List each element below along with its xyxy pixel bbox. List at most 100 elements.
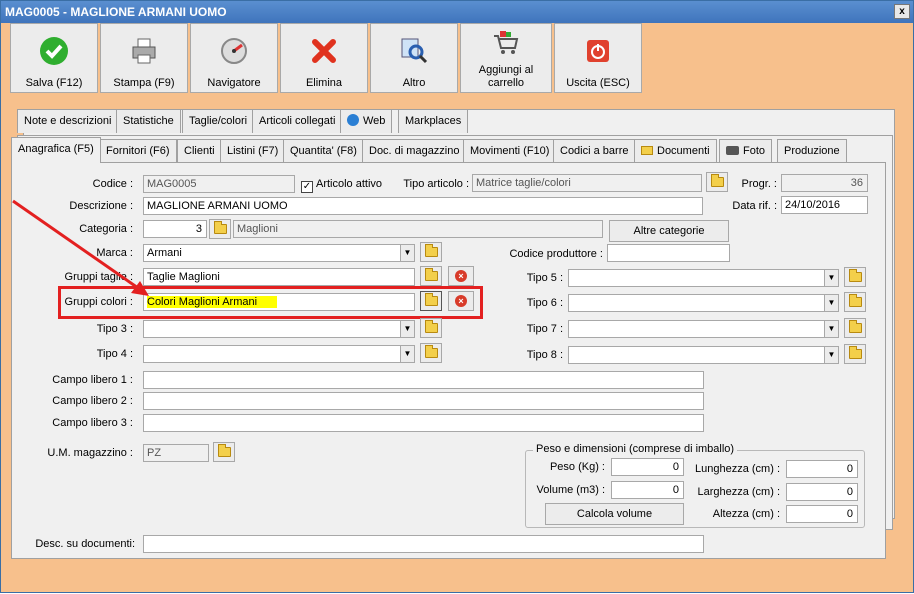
data-rif-field[interactable]: 24/10/2016: [781, 196, 868, 214]
folder-icon: [641, 146, 653, 155]
tab-web[interactable]: Web: [340, 109, 393, 133]
tab-articoli-collegati[interactable]: Articoli collegati: [252, 109, 343, 133]
tab-quantita[interactable]: Quantita' (F8): [283, 139, 364, 163]
tipo6-folder-button[interactable]: [844, 292, 866, 312]
print-label: Stampa (F9): [113, 77, 175, 89]
larghezza-field[interactable]: 0: [786, 483, 858, 501]
close-window-button[interactable]: x: [894, 4, 910, 19]
marca-folder-button[interactable]: [420, 242, 442, 262]
articolo-attivo-checkbox[interactable]: ✓ Articolo attivo: [301, 175, 382, 193]
tipo7-select[interactable]: ▼: [568, 320, 839, 338]
progr-field[interactable]: 36: [781, 174, 868, 192]
chevron-down-icon: ▼: [400, 321, 414, 337]
tipo6-label: Tipo 6 :: [526, 297, 563, 309]
tipo4-folder-button[interactable]: [420, 343, 442, 363]
save-button[interactable]: Salva (F12): [10, 23, 98, 93]
categoria-name-field[interactable]: Maglioni: [233, 220, 603, 238]
descrizione-label: Descrizione :: [69, 200, 133, 212]
volume-field[interactable]: 0: [611, 481, 684, 499]
desc-documenti-field[interactable]: [143, 535, 704, 553]
tipo3-select[interactable]: ▼: [143, 320, 415, 338]
marca-select[interactable]: Armani ▼: [143, 244, 415, 262]
codice-produttore-label: Codice produttore :: [509, 248, 603, 260]
check-icon: [40, 37, 68, 65]
tab-movimenti[interactable]: Movimenti (F10): [463, 139, 557, 163]
tipo6-select[interactable]: ▼: [568, 294, 839, 312]
delete-button[interactable]: Elimina: [280, 23, 368, 93]
chevron-down-icon: ▼: [400, 346, 414, 362]
marca-label: Marca :: [96, 247, 133, 259]
folder-icon: [425, 268, 438, 281]
calcola-volume-button[interactable]: Calcola volume: [545, 503, 684, 525]
compass-icon: [221, 38, 247, 64]
tipo5-folder-button[interactable]: [844, 267, 866, 287]
tab-taglie-colori[interactable]: Taglie/colori: [182, 109, 255, 133]
categoria-label: Categoria :: [79, 223, 133, 235]
navigator-button[interactable]: Navigatore: [190, 23, 278, 93]
tab-documenti[interactable]: Documenti: [634, 139, 717, 163]
print-button[interactable]: Stampa (F9): [100, 23, 188, 93]
tipo-articolo-field[interactable]: Matrice taglie/colori: [472, 174, 702, 192]
tipo8-label: Tipo 8 :: [526, 349, 563, 361]
campo-libero-3-field[interactable]: [143, 414, 704, 432]
gruppi-taglie-label: Gruppi taglie :: [64, 271, 133, 283]
tab-doc-magazzino[interactable]: Doc. di magazzino: [362, 139, 467, 163]
tab-foto[interactable]: Foto: [719, 139, 773, 163]
lunghezza-field[interactable]: 0: [786, 460, 858, 478]
gruppi-taglie-field[interactable]: Taglie Maglioni: [143, 268, 415, 286]
tab-clienti[interactable]: Clienti: [177, 139, 222, 163]
descrizione-field[interactable]: MAGLIONE ARMANI UOMO: [143, 197, 703, 215]
peso-dimensioni-title: Peso e dimensioni (comprese di imballo): [533, 442, 738, 456]
tipo8-folder-button[interactable]: [844, 344, 866, 364]
window-title: MAG0005 - MAGLIONE ARMANI UOMO: [5, 5, 227, 19]
tipo8-select[interactable]: ▼: [568, 346, 839, 364]
tipo4-select[interactable]: ▼: [143, 345, 415, 363]
um-folder-button[interactable]: [213, 442, 235, 462]
gruppi-taglie-delete-button[interactable]: ×: [448, 266, 474, 286]
peso-field[interactable]: 0: [611, 458, 684, 476]
delete-x-icon: [312, 39, 336, 63]
save-label: Salva (F12): [25, 77, 83, 89]
um-magazzino-field[interactable]: PZ: [143, 444, 209, 462]
tipo3-folder-button[interactable]: [420, 318, 442, 338]
data-rif-label: Data rif. :: [732, 200, 777, 212]
altezza-field[interactable]: 0: [786, 505, 858, 523]
tab-note-descrizioni[interactable]: Note e descrizioni: [17, 109, 119, 133]
campo-libero-2-field[interactable]: [143, 392, 704, 410]
campo-libero-1-field[interactable]: [143, 371, 704, 389]
delete-icon: ×: [455, 270, 467, 282]
add-to-cart-button[interactable]: Aggiungi al carrello: [460, 23, 552, 93]
codice-produttore-field[interactable]: [607, 244, 730, 262]
tipo-articolo-label: Tipo articolo :: [403, 178, 469, 190]
tab-listini[interactable]: Listini (F7): [220, 139, 286, 163]
tab-statistiche[interactable]: Statistiche: [116, 109, 181, 133]
folder-icon: [425, 320, 438, 333]
categoria-folder-button[interactable]: [209, 219, 231, 239]
globe-icon: [347, 114, 359, 126]
title-bar: MAG0005 - MAGLIONE ARMANI UOMO x: [1, 1, 913, 23]
codice-field[interactable]: MAG0005: [143, 175, 295, 193]
tipo7-folder-button[interactable]: [844, 318, 866, 338]
exit-button[interactable]: Uscita (ESC): [554, 23, 642, 93]
folder-icon: [849, 346, 862, 359]
altre-categorie-button[interactable]: Altre categorie: [609, 220, 729, 242]
tab-anagrafica[interactable]: Anagrafica (F5): [11, 137, 101, 163]
campo-libero-1-label: Campo libero 1 :: [52, 374, 133, 386]
power-icon: [587, 40, 609, 62]
tab-markplaces[interactable]: Markplaces: [398, 109, 469, 133]
campo-libero-3-label: Campo libero 3 :: [52, 417, 133, 429]
tab-produzione[interactable]: Produzione: [777, 139, 847, 163]
tab-fornitori[interactable]: Fornitori (F6): [99, 139, 177, 163]
delete-label: Elimina: [305, 77, 343, 89]
tipo-articolo-folder-button[interactable]: [706, 172, 728, 192]
tipo5-select[interactable]: ▼: [568, 269, 839, 287]
tipo3-label: Tipo 3 :: [96, 323, 133, 335]
altro-button[interactable]: Altro: [370, 23, 458, 93]
tab-codici-barre[interactable]: Codici a barre: [553, 139, 636, 163]
folder-icon: [214, 221, 227, 234]
volume-label: Volume (m3) :: [536, 484, 605, 496]
categoria-code-field[interactable]: 3: [143, 220, 207, 238]
gruppi-taglie-folder-button[interactable]: [420, 266, 442, 286]
chevron-down-icon: ▼: [824, 321, 838, 337]
folder-icon: [425, 244, 438, 257]
